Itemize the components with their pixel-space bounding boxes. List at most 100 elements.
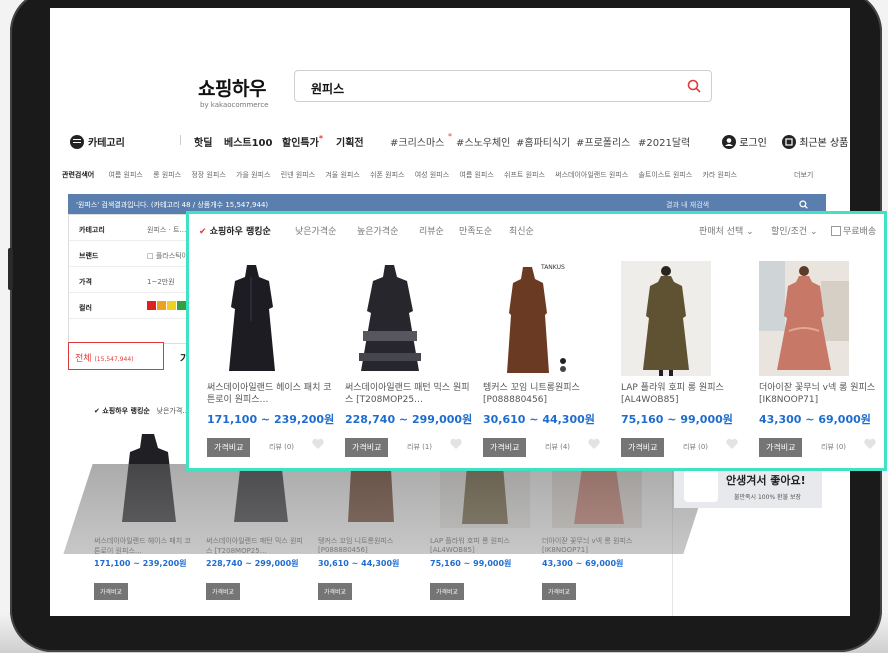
review-count[interactable]: 리뷰 (0) <box>683 442 708 452</box>
sort-ranking[interactable]: ✔ 쇼핑하우 랭킹순 <box>199 224 271 237</box>
product-card[interactable]: TANKUS 텡커스 꼬임 니트롱원피스 [P088880456] 30,610… <box>475 261 605 461</box>
related-more-link[interactable]: 더보기 <box>794 170 813 180</box>
related-keywords: 관련검색어 여름 원피스 롱 원피스 정장 원피스 가을 원피스 린넨 원피스 … <box>62 170 842 180</box>
color-swatch-red[interactable] <box>147 301 156 310</box>
related-keyword[interactable]: 쉬폰 원피스 <box>370 171 404 179</box>
heart-icon[interactable] <box>311 437 325 451</box>
related-keyword[interactable]: 카라 원피스 <box>702 171 736 179</box>
search-input[interactable]: 원피스 <box>294 70 712 102</box>
product-price: 30,610 ~ 44,300원 <box>318 559 400 568</box>
sort-ranking-label: 쇼핑하우 랭킹순 <box>209 227 271 237</box>
compare-button[interactable]: 가격비교 <box>345 438 389 457</box>
new-marker: * <box>318 134 323 143</box>
seller-label: 판매처 선택 <box>699 227 744 237</box>
chevron-down-icon: ⌄ <box>746 227 754 237</box>
color-swatch-green[interactable] <box>177 301 186 310</box>
ad-subtitle: 불만족시 100% 환불 보장 <box>734 494 802 501</box>
heart-icon[interactable] <box>587 437 601 451</box>
free-shipping-checkbox[interactable]: 무료배송 <box>831 224 876 237</box>
product-price: 228,740 ~ 299,000원 <box>206 559 299 568</box>
related-keyword[interactable]: 쉬프트 원피스 <box>504 171 545 179</box>
login-link[interactable]: 로그인 <box>722 134 767 149</box>
compare-button[interactable]: 가격비교 <box>621 438 665 457</box>
product-card[interactable]: 더아이잗 꽃무늬 v넥 롱 원피스 [IK8NOOP71] 43,300 ~ 6… <box>751 261 881 461</box>
related-keyword[interactable]: 여름 원피스 <box>459 171 493 179</box>
nav-tag-calendar[interactable]: #2021달력 <box>638 134 690 149</box>
product-card[interactable]: LAP 플라워 호피 롱 원피스 [AL4WOB85] 75,160 ~ 99,… <box>613 261 743 461</box>
check-icon: ✔ <box>199 227 207 237</box>
recent-products[interactable]: 최근본 상품 ▾ <box>782 134 850 149</box>
related-keyword[interactable]: 여성 원피스 <box>415 171 449 179</box>
heart-icon[interactable] <box>863 437 877 451</box>
sort-reviews[interactable]: 리뷰순 <box>419 224 444 237</box>
product-name: LAP 플라워 호피 롱 원피스 [AL4WOB85] <box>621 383 724 405</box>
related-keyword[interactable]: 롱 원피스 <box>153 171 181 179</box>
nav-hotdeal[interactable]: 핫딜 <box>194 134 212 149</box>
product-card[interactable]: 써스데이아일랜드 헤이스 패치 코튼로이 원피스… 171,100 ~ 239,… <box>199 261 334 461</box>
refine-search-input[interactable]: 결과 내 재검색 <box>662 196 814 212</box>
nav-tag-christmas[interactable]: #크리스마스 <box>390 134 444 149</box>
product-image <box>207 261 297 376</box>
review-count[interactable]: 리뷰 (0) <box>269 442 294 452</box>
logo-title: 쇼핑하우 <box>198 79 266 100</box>
filter-key: 가격 <box>79 278 92 286</box>
product-card[interactable]: 써스데이아일랜드 패턴 믹스 원피스 [T208MOP25… 228,740 ~… <box>337 261 472 461</box>
product-price: 228,740 ~ 299,000원 <box>345 413 473 426</box>
related-keyword[interactable]: 린넨 원피스 <box>281 171 315 179</box>
filter-value: 원피스 · 트… <box>147 226 187 234</box>
nav-special[interactable]: 기획전 <box>336 134 364 149</box>
compare-button[interactable]: 가격비교 <box>207 438 251 457</box>
nav-discount[interactable]: 할인특가* <box>282 134 323 149</box>
related-keyword[interactable]: 정장 원피스 <box>191 171 225 179</box>
related-keyword[interactable]: 가을 원피스 <box>236 171 270 179</box>
search-icon[interactable] <box>799 200 808 209</box>
nav-category[interactable]: 카테고리 <box>70 134 125 149</box>
user-icon <box>722 135 736 149</box>
compare-button[interactable]: 가격비교 <box>483 438 527 457</box>
product-image <box>345 261 435 376</box>
product-price: 43,300 ~ 69,000원 <box>542 559 624 568</box>
product-price: 30,610 ~ 44,300원 <box>483 413 595 426</box>
free-shipping-label: 무료배송 <box>843 227 877 237</box>
nav-tag-propolis[interactable]: #프로폴리스 <box>576 134 630 149</box>
site-logo[interactable]: 쇼핑하우 by kakaocommerce <box>198 74 269 109</box>
compare-button[interactable]: 가격비교 <box>318 583 353 600</box>
heart-icon[interactable] <box>449 437 463 451</box>
nav-tag-snowchain[interactable]: #스노우체인 <box>456 134 510 149</box>
nav-best100[interactable]: 베스트100 <box>224 134 272 149</box>
nav-discount-label: 할인특가 <box>282 138 319 149</box>
brand-label: TANKUS <box>540 264 565 271</box>
related-keyword[interactable]: 여름 원피스 <box>108 171 142 179</box>
sort-satisfaction[interactable]: 만족도순 <box>459 224 492 237</box>
review-count[interactable]: 리뷰 (1) <box>407 442 432 452</box>
filter-value: 1~2만원 <box>147 278 175 286</box>
sort-low-price[interactable]: 낮은가격순 <box>295 224 336 237</box>
review-count[interactable]: 리뷰 (4) <box>545 442 570 452</box>
seller-select[interactable]: 판매처 선택 ⌄ <box>699 224 754 237</box>
search-icon[interactable] <box>687 79 701 93</box>
related-keyword[interactable]: 써스데이아일랜드 원피스 <box>555 171 628 179</box>
product-name: 써스데이아일랜드 패턴 믹스 원피스 [T208MOP25… <box>345 383 470 405</box>
color-swatch-orange[interactable] <box>157 301 166 310</box>
color-swatch-yellow[interactable] <box>167 301 176 310</box>
sort-newest[interactable]: 최신순 <box>509 224 534 237</box>
compare-button[interactable]: 가격비교 <box>430 583 465 600</box>
tab-all[interactable]: 전체 (15,547,944) <box>68 342 164 370</box>
bg-sort-active[interactable]: ✔ 쇼핑하우 랭킹순 <box>94 407 150 415</box>
search-query: 원피스 <box>311 82 345 96</box>
compare-button[interactable]: 가격비교 <box>94 583 129 600</box>
compare-button[interactable]: 가격비교 <box>206 583 241 600</box>
review-count[interactable]: 리뷰 (0) <box>821 442 846 452</box>
heart-icon[interactable] <box>725 437 739 451</box>
discount-select[interactable]: 할인/조건 ⌄ <box>771 224 818 237</box>
related-keyword[interactable]: 솔트이스트 원피스 <box>638 171 692 179</box>
compare-button[interactable]: 가격비교 <box>542 583 577 600</box>
nav-tag-homeparty[interactable]: #홈파티식기 <box>516 134 570 149</box>
refine-placeholder: 결과 내 재검색 <box>666 201 710 209</box>
sort-high-price[interactable]: 높은가격순 <box>357 224 398 237</box>
compare-button[interactable]: 가격비교 <box>759 438 803 457</box>
bg-sort-next[interactable]: 낮은가격… <box>157 407 190 415</box>
ad-title: 안생겨서 좋아요! <box>726 474 806 487</box>
related-keyword[interactable]: 겨울 원피스 <box>325 171 359 179</box>
main-nav: 카테고리 핫딜 베스트100 할인특가* 기획전 #크리스마스 * #스노우체인… <box>70 130 848 152</box>
